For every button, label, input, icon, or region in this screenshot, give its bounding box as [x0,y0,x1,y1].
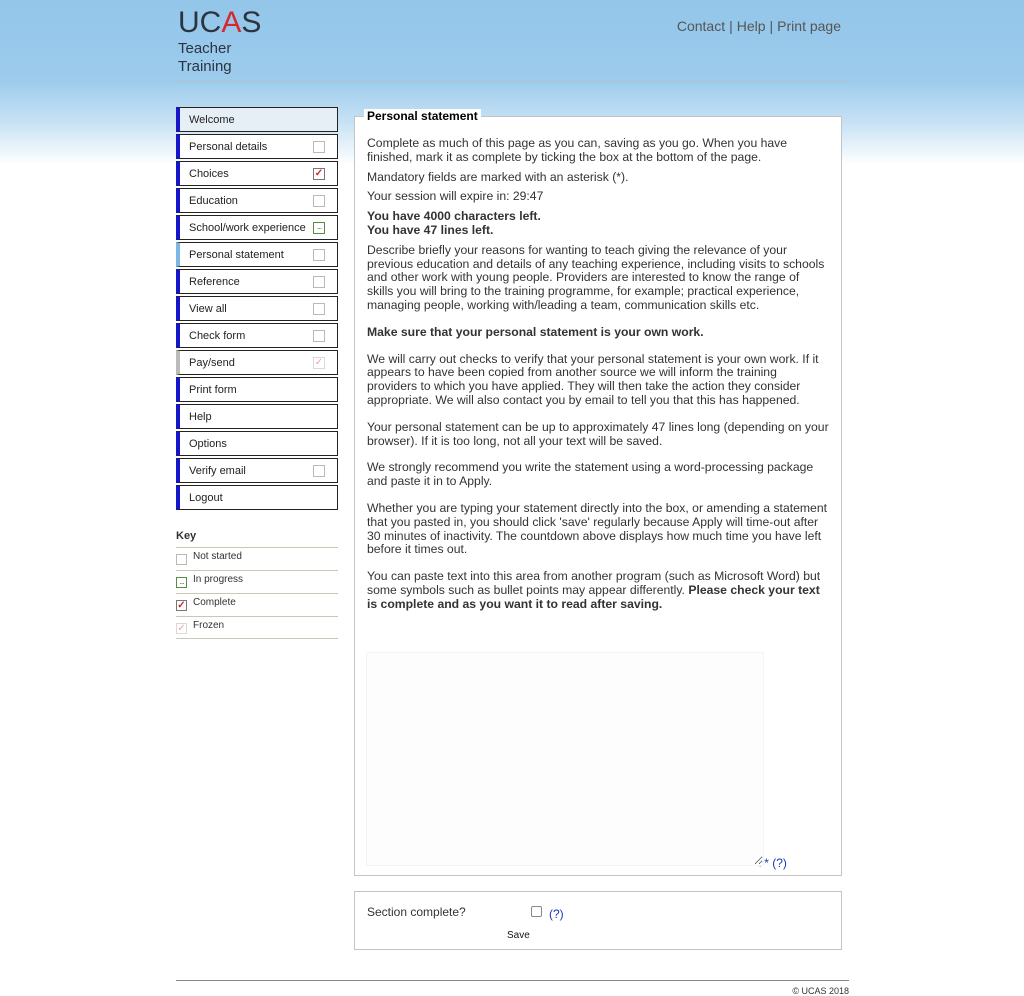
sidebar-item-label: Print form [189,384,237,396]
frozen-check-icon: ✓ [176,623,187,634]
intro-text: Complete as much of this page as you can… [367,136,788,164]
complete-check-icon: ✓ [313,168,325,180]
copyright: © UCAS 2018 [792,986,849,996]
sidebar-nav: Welcome Personal details Choices ✓ Education… [176,107,338,512]
header-divider [176,81,849,82]
logo-subtitle: Teacher Training [178,40,232,75]
timeout-text: Whether you are typing your statement di… [367,500,827,557]
page: UCAS Teacher Training Contact | Help | Print… [176,0,849,996]
complete-check-icon: ✓ [176,600,187,611]
sidebar-item-label: School/work experience [189,222,306,234]
sidebar-item-personal-details[interactable]: Personal details [176,134,338,159]
length-text: Your personal statement can be up to app… [367,419,829,448]
ucas-logo[interactable]: UCAS Teacher Training [178,6,288,76]
save-button[interactable]: Save [507,930,530,941]
section-complete-checkbox[interactable] [531,906,542,917]
sidebar-item-pay-send[interactable]: Pay/send ✓ [176,350,338,375]
not-started-icon [313,141,325,153]
sidebar-item-label: Verify email [189,465,246,477]
logo-wordmark: UCAS [178,6,262,39]
not-started-icon [313,195,325,207]
describe-text: Describe briefly your reasons for wantin… [367,242,825,312]
sidebar-item-label: Help [189,411,212,423]
sidebar-item-print-form[interactable]: Print form [176,377,338,402]
instructions: Complete as much of this page as you can… [367,136,829,625]
sidebar-item-help[interactable]: Help [176,404,338,429]
footer-divider [176,980,849,981]
help-link[interactable]: Help [737,18,766,34]
sidebar-item-choices[interactable]: Choices ✓ [176,161,338,186]
not-started-icon [313,276,325,288]
status-key: Key Not started... In progress ✓ Complete ✓ F… [176,530,338,639]
sidebar-item-verify-email[interactable]: Verify email [176,458,338,483]
key-item-frozen: ✓ Frozen [176,616,338,639]
sidebar-item-label: Education [189,195,238,207]
key-item-not-started: Not started [176,547,338,570]
sidebar-item-label: Personal details [189,141,268,153]
personal-statement-textarea[interactable] [366,652,764,866]
key-item-label: Frozen [193,620,225,631]
not-started-icon [313,303,325,315]
sidebar-item-label: Pay/send [189,357,235,369]
not-started-icon [176,554,187,565]
sidebar-item-logout[interactable]: Logout [176,485,338,510]
sidebar-item-reference[interactable]: Reference [176,269,338,294]
key-item-complete: ✓ Complete [176,593,338,616]
key-title: Key [176,530,197,542]
sidebar-item-check-form[interactable]: Check form [176,323,338,348]
sidebar-item-label: Personal statement [189,249,284,261]
not-started-icon [313,330,325,342]
sidebar-item-label: Reference [189,276,240,288]
page-title: Personal statement [364,109,481,123]
checks-text: We will carry out checks to verify that … [367,351,819,407]
not-started-icon [313,465,325,477]
paste-text: You can paste text into this area from a… [367,569,821,611]
key-item-label: Not started [193,551,242,562]
in-progress-icon: ... [176,577,187,588]
lines-left: You have 47 lines left. [367,222,494,237]
sidebar-item-label: Welcome [189,114,235,126]
sidebar-item-label: Choices [189,168,229,180]
not-started-icon [313,249,325,261]
sidebar-item-school-work-experience[interactable]: School/work experience... [176,215,338,240]
section-complete-label: Section complete? [367,905,466,919]
mandatory-text: Mandatory fields are marked with an aste… [367,169,629,184]
key-item-label: Complete [193,597,236,608]
sidebar-item-welcome[interactable]: Welcome [176,107,338,132]
sidebar-item-label: Logout [189,492,223,504]
contact-link[interactable]: Contact [677,18,725,34]
key-item-label: In progress [193,574,244,585]
sidebar-item-personal-statement[interactable]: Personal statement [176,242,338,267]
own-work-warning: Make sure that your personal statement i… [367,324,704,339]
sidebar-item-label: Check form [189,330,246,342]
top-links: Contact | Help | Print page [676,18,841,34]
in-progress-icon: ... [313,222,325,234]
resize-dot: . [759,860,762,869]
print-page-link[interactable]: Print page [777,18,841,34]
session-timer: Your session will expire in: 29:47 [367,189,544,204]
sidebar-item-label: Options [189,438,227,450]
required-indicator: . * (?) [759,856,787,870]
sidebar-item-education[interactable]: Education [176,188,338,213]
recommend-text: We strongly recommend you write the stat… [367,460,814,489]
frozen-check-icon: ✓ [313,357,325,369]
sidebar-item-label: View all [189,303,227,315]
key-item-in-progress: ... In progress [176,570,338,593]
sidebar-item-view-all[interactable]: View all [176,296,338,321]
section-complete-panel [354,891,842,950]
sidebar-item-options[interactable]: Options [176,431,338,456]
chars-left: You have 4000 characters left. [367,209,541,224]
statement-help-link[interactable]: (?) [772,856,787,870]
section-complete-help-link[interactable]: (?) [549,907,564,921]
